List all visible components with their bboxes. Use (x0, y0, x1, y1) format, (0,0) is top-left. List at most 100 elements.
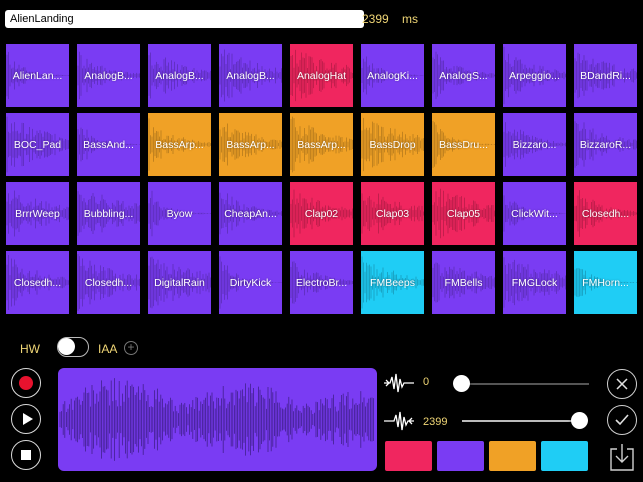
record-button[interactable] (11, 368, 41, 398)
pad-label: FMBells (444, 276, 483, 289)
start-value: 0 (423, 376, 430, 388)
sample-name-input[interactable] (5, 10, 364, 28)
pad-label: BassDru... (438, 138, 488, 151)
pad-label: AnalogB... (226, 69, 275, 82)
end-trim-icon (384, 411, 414, 431)
stop-icon (21, 450, 31, 460)
pad-label: Arpeggio... (509, 69, 560, 82)
end-slider-thumb[interactable] (571, 412, 588, 429)
iaa-label: IAA (98, 342, 118, 356)
sample-pad[interactable]: BassDru... (432, 113, 495, 176)
sample-pad[interactable]: BOC_Pad (6, 113, 69, 176)
checkmark-icon (615, 414, 629, 426)
color-swatch-pink[interactable] (385, 441, 432, 471)
sample-pad[interactable]: Clap05 (432, 182, 495, 245)
sample-pad[interactable]: AlienLan... (6, 44, 69, 107)
pad-label: AnalogHat (296, 69, 347, 82)
pad-label: Closedh... (84, 276, 133, 289)
sample-pad[interactable]: BassDrop (361, 113, 424, 176)
sample-pad[interactable]: AnalogB... (148, 44, 211, 107)
pad-label: BassArp... (297, 138, 346, 151)
sample-pad[interactable]: Closedh... (6, 251, 69, 314)
sample-pad[interactable]: Closedh... (77, 251, 140, 314)
download-icon[interactable] (610, 443, 634, 471)
sample-pad[interactable]: DirtyKick (219, 251, 282, 314)
hw-label: HW (20, 342, 40, 356)
color-swatch-purple[interactable] (437, 441, 484, 471)
pad-label: BassArp... (226, 138, 275, 151)
sample-pad[interactable]: FMGLock (503, 251, 566, 314)
pad-label: Clap05 (446, 207, 481, 220)
pad-label: ClickWit... (511, 207, 558, 220)
start-slider-thumb[interactable] (453, 375, 470, 392)
end-slider-track[interactable] (462, 420, 580, 422)
sample-pad[interactable]: AnalogHat (290, 44, 353, 107)
sample-pad[interactable]: Closedh... (574, 182, 637, 245)
pad-label: BassArp... (155, 138, 204, 151)
sample-pad[interactable]: Byow (148, 182, 211, 245)
sample-pad[interactable]: FMHorn... (574, 251, 637, 314)
sample-pad[interactable]: BassArp... (148, 113, 211, 176)
sample-pad[interactable]: BassArp... (219, 113, 282, 176)
sample-pad[interactable]: BassAnd... (77, 113, 140, 176)
pad-label: BassDrop (369, 138, 416, 151)
sample-pad[interactable]: AnalogKi... (361, 44, 424, 107)
sample-pad[interactable]: DigitalRain (148, 251, 211, 314)
play-icon (22, 413, 33, 425)
pad-label: BrrrWeep (15, 207, 60, 220)
waveform-display (59, 378, 375, 461)
sample-pad[interactable]: Bizzaro... (503, 113, 566, 176)
pad-label: Bizzaro... (512, 138, 557, 151)
pad-label: DigitalRain (154, 276, 205, 289)
start-trim-icon (384, 373, 414, 393)
pad-label: Closedh... (13, 276, 62, 289)
sample-pad[interactable]: BDandRi... (574, 44, 637, 107)
pad-label: BOC_Pad (13, 138, 62, 151)
sample-pad[interactable]: BrrrWeep (6, 182, 69, 245)
color-swatch-cyan[interactable] (541, 441, 588, 471)
hw-iaa-toggle[interactable] (57, 337, 89, 357)
end-slider-fill (462, 420, 580, 422)
sample-pad[interactable]: Arpeggio... (503, 44, 566, 107)
pad-label: AnalogKi... (367, 69, 418, 82)
stop-button[interactable] (11, 440, 41, 470)
color-swatch-orange[interactable] (489, 441, 536, 471)
sample-pad[interactable]: AnalogS... (432, 44, 495, 107)
sample-pad[interactable]: BizzaroR... (574, 113, 637, 176)
duration-unit: ms (402, 12, 418, 26)
pad-label: Bubbling... (83, 207, 134, 220)
pad-label: AnalogB... (155, 69, 204, 82)
sample-pad[interactable]: Clap02 (290, 182, 353, 245)
pad-label: BassAnd... (83, 138, 134, 151)
sample-pad[interactable]: ClickWit... (503, 182, 566, 245)
play-button[interactable] (11, 404, 41, 434)
sample-pad[interactable]: Bubbling... (77, 182, 140, 245)
pad-label: BDandRi... (580, 69, 631, 82)
toggle-knob (58, 338, 75, 355)
sample-pad[interactable]: BassArp... (290, 113, 353, 176)
pad-label: Closedh... (581, 207, 630, 220)
pad-label: ElectroBr... (295, 276, 348, 289)
plus-circle-icon[interactable]: + (124, 341, 138, 355)
waveform-editor[interactable] (58, 368, 377, 471)
pad-label: AlienLan... (12, 69, 63, 82)
sample-pad[interactable]: ElectroBr... (290, 251, 353, 314)
cancel-button[interactable] (607, 369, 637, 399)
duration-value: 2399 (362, 12, 389, 26)
close-icon (616, 378, 628, 390)
pad-label: FMHorn... (582, 276, 629, 289)
confirm-button[interactable] (607, 405, 637, 435)
record-icon (19, 376, 33, 390)
pad-label: FMGLock (511, 276, 558, 289)
sample-pad[interactable]: CheapAn... (219, 182, 282, 245)
sample-pad[interactable]: AnalogB... (219, 44, 282, 107)
pad-label: AnalogB... (84, 69, 133, 82)
sample-pad[interactable]: FMBells (432, 251, 495, 314)
end-value: 2399 (423, 416, 448, 428)
pad-label: AnalogS... (439, 69, 488, 82)
sample-pad[interactable]: FMBeeps (361, 251, 424, 314)
sample-pad-grid: AlienLan... AnalogB... AnalogB... AnalogB..… (6, 44, 638, 314)
sample-pad[interactable]: AnalogB... (77, 44, 140, 107)
sample-pad[interactable]: Clap03 (361, 182, 424, 245)
start-slider-track[interactable] (462, 383, 589, 385)
